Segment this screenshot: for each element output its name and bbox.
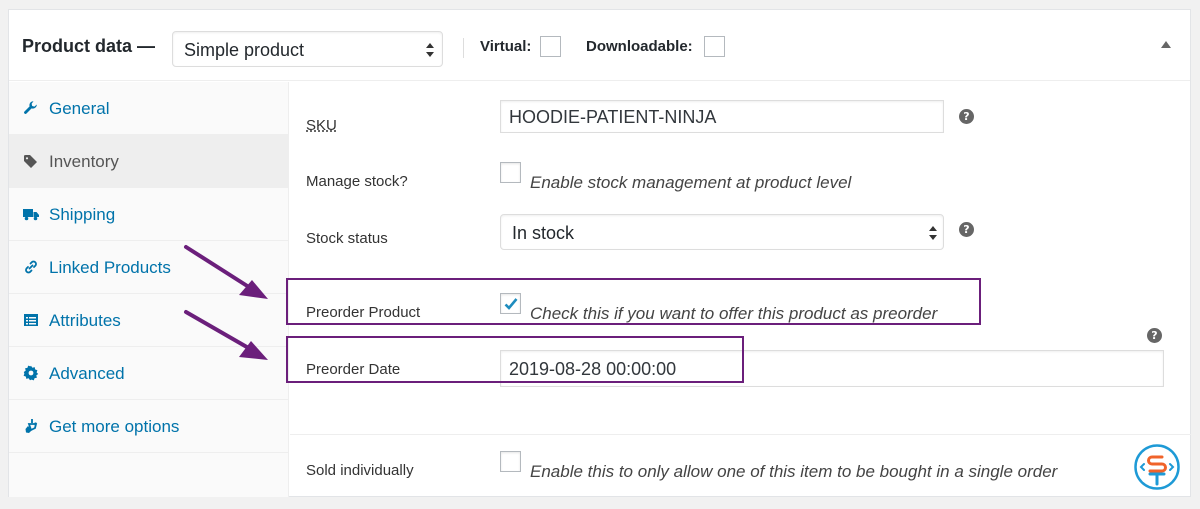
arrow-icon [184, 310, 268, 360]
arrow-icon [184, 245, 268, 299]
site-logo-icon [1134, 444, 1180, 490]
annotation-arrows [184, 245, 268, 360]
